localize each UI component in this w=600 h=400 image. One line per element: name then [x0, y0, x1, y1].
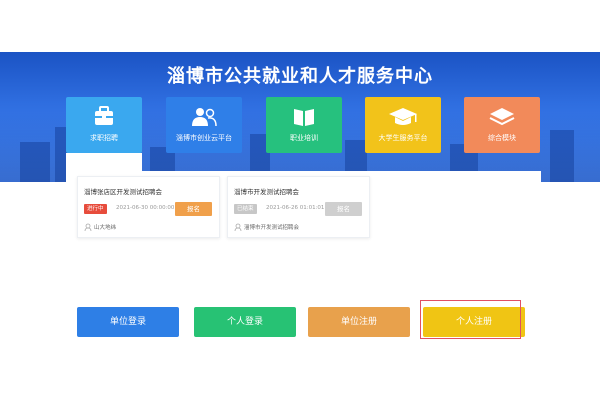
apply-button[interactable]: 报名 — [175, 202, 212, 216]
job-fair-card[interactable]: 淄博市开发测试招聘会 已结束 2021-06-26 01:01:01 报名 淄博… — [227, 176, 370, 238]
tile-general[interactable]: 综合模块 — [464, 97, 540, 153]
book-icon — [294, 109, 314, 126]
status-badge: 进行中 — [84, 204, 107, 214]
tile-general-label: 综合模块 — [488, 134, 516, 142]
tile-startup-cloud-label: 淄博市创业云平台 — [176, 134, 232, 142]
location-icon — [234, 223, 242, 231]
job-fair-time: 2021-06-26 01:01:01 — [266, 205, 325, 211]
tile-training-label: 职业培训 — [290, 134, 318, 142]
tile-training[interactable]: 职业培训 — [266, 97, 342, 153]
person-login-button[interactable]: 个人登录 — [194, 307, 296, 337]
page: 淄博市公共就业和人才服务中心 求职招聘 淄博市创业云平台 职业培训 大学生服务平… — [0, 0, 600, 400]
layers-icon — [489, 108, 515, 126]
location-icon — [84, 223, 92, 231]
briefcase-icon — [95, 106, 113, 125]
people-icon — [192, 108, 217, 127]
job-fair-title[interactable]: 淄博市开发测试招聘会 — [234, 186, 299, 196]
tile-student-service[interactable]: 大学生服务平台 — [365, 97, 441, 153]
unit-login-button[interactable]: 单位登录 — [77, 307, 179, 337]
highlight-box — [420, 300, 521, 339]
graduation-cap-icon — [389, 108, 417, 125]
job-fair-card[interactable]: 淄博张店区开发测试招聘会 进行中 2021-06-30 00:00:00 报名 … — [77, 176, 220, 238]
page-title: 淄博市公共就业和人才服务中心 — [167, 66, 433, 87]
tile-jobs-label: 求职招聘 — [90, 134, 118, 142]
tile-student-service-label: 大学生服务平台 — [378, 134, 428, 142]
tile-startup-cloud[interactable]: 淄博市创业云平台 — [166, 97, 242, 153]
job-fair-location: 淄博市开发测试招聘会 — [244, 225, 300, 231]
job-fair-location: 山大地纬 — [94, 225, 117, 231]
apply-button[interactable]: 报名 — [325, 202, 362, 216]
job-fair-title[interactable]: 淄博张店区开发测试招聘会 — [84, 186, 162, 196]
status-badge: 已结束 — [234, 204, 257, 214]
unit-register-button[interactable]: 单位注册 — [308, 307, 410, 337]
job-fair-time: 2021-06-30 00:00:00 — [116, 205, 175, 211]
tile-jobs[interactable]: 求职招聘 — [66, 97, 142, 153]
active-tab-indicator — [66, 153, 142, 171]
